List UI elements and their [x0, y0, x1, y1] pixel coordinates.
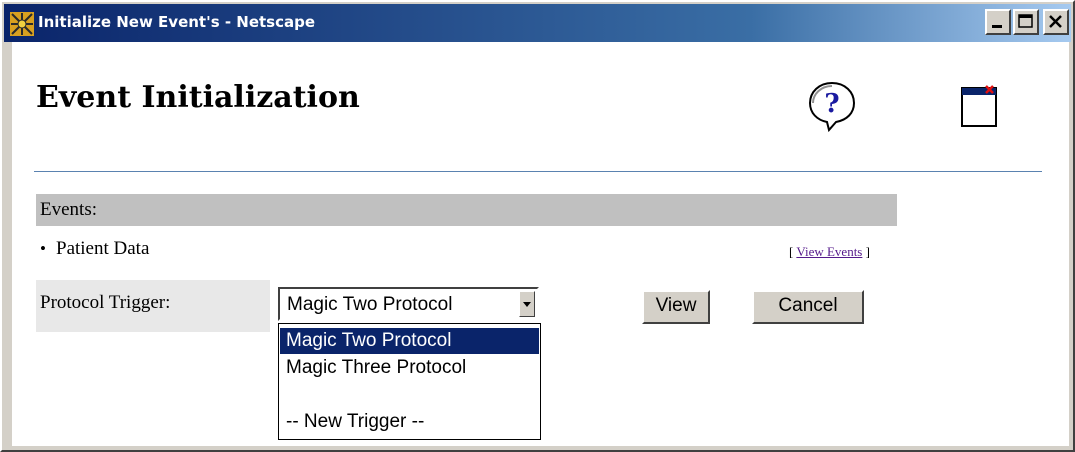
dropdown-option[interactable]: Magic Three Protocol [280, 355, 539, 381]
patient-data-item: Patient Data [56, 238, 150, 259]
view-button[interactable]: View [642, 290, 710, 324]
minimize-button[interactable] [985, 9, 1011, 35]
bracket-close: ] [865, 244, 870, 259]
events-header: Events: [40, 199, 97, 220]
svg-text:?: ? [824, 89, 839, 119]
close-button[interactable] [1043, 9, 1069, 35]
window-title: Initialize New Event's - Netscape [38, 13, 316, 31]
divider [34, 171, 1042, 172]
bullet-icon: • [40, 239, 46, 258]
close-window-icon[interactable] [960, 84, 998, 128]
browser-window: Initialize New Event's - Netscape Event … [0, 0, 1075, 452]
minimize-icon [992, 25, 1002, 28]
bracket-open: [ [789, 244, 794, 259]
maximize-button[interactable] [1013, 9, 1039, 35]
protocol-trigger-select[interactable]: Magic Two Protocol [278, 287, 539, 321]
close-icon [1049, 15, 1062, 28]
title-bar[interactable]: Initialize New Event's - Netscape [4, 4, 1071, 42]
help-question-icon[interactable]: ? [807, 80, 857, 133]
chevron-down-icon [523, 302, 531, 307]
protocol-trigger-label: Protocol Trigger: [40, 292, 171, 313]
dropdown-arrow-button[interactable] [519, 291, 535, 317]
maximize-icon [1018, 14, 1033, 28]
cancel-button[interactable]: Cancel [752, 290, 864, 324]
dropdown-option[interactable]: Magic Two Protocol [280, 328, 539, 354]
protocol-trigger-label-cell: Protocol Trigger: [36, 280, 270, 332]
dropdown-option[interactable]: -- New Trigger -- [280, 409, 539, 435]
page-title: Event Initialization [36, 80, 360, 115]
netscape-icon [10, 12, 34, 36]
view-events-link[interactable]: View Events [796, 244, 862, 259]
select-value: Magic Two Protocol [287, 294, 453, 315]
view-events-link-wrapper: [ View Events ] [789, 244, 870, 260]
dropdown-option[interactable] [280, 382, 539, 408]
page-content: Event Initialization ? Events: • Patient… [12, 42, 1069, 446]
protocol-trigger-dropdown-list: Magic Two Protocol Magic Three Protocol … [278, 323, 541, 440]
events-header-bar: Events: [36, 194, 897, 226]
